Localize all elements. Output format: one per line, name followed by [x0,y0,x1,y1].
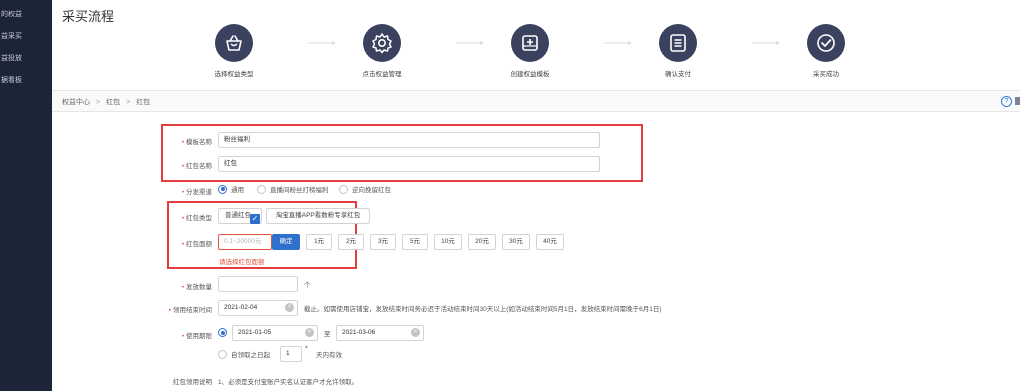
breadcrumb-item[interactable]: 权益中心 [62,99,90,106]
amount-label: • 红包面额 [181,241,212,248]
chevron-right-icon: > [126,99,131,106]
instructions-label: 红包领用说明 [173,379,212,386]
step-4: 确认支付 [628,24,728,78]
claim-end-note: 截止。如需使用店铺宝，发放结束时间务必迟于活动结束时间30天以上(如活动结束时间… [304,306,662,313]
amount-preset-button[interactable]: 2元 [338,234,364,250]
validity-radio-date-range[interactable] [218,328,231,337]
validity-radio-relative[interactable]: 自领取之日起 [218,349,270,359]
step-2: 点击权益管理 [332,24,432,78]
sidebar: 的权益 益采买 益投放 据看板 [0,0,52,391]
page-title: 采买流程 [62,9,115,24]
amount-preset-button[interactable]: 3元 [370,234,396,250]
instructions-text: 1、必须是支付宝账户实名认证客户才允许领取。 [218,379,359,386]
main-content: 采买流程 选择权益类型 点击权益管理 创建权益模板 确认支付 采买成功 权益中心… [52,0,1020,391]
radio-icon [257,184,266,194]
clear-icon[interactable]: × [285,303,294,312]
quantity-unit: 个 [304,282,311,289]
breadcrumb-item[interactable]: 红包 [106,99,120,106]
template-name-input[interactable]: 粉丝福利 [218,132,600,148]
gear-icon [363,24,401,62]
channel-radio-general[interactable]: 通用 [218,184,244,194]
quantity-label: • 发放数量 [181,284,212,291]
redpack-type-label: • 红包类型 [181,215,212,222]
step-label: 点击权益管理 [362,71,402,78]
add-box-icon [511,24,549,62]
channel-label: • 分发渠道 [181,189,212,196]
claim-end-label: • 领用结束时间 [168,307,212,314]
redpack-name-input[interactable]: 红包 [218,156,600,172]
stepper-icon[interactable]: ▲ [304,344,309,350]
breadcrumb-item: 红包 [136,99,151,106]
menu-icon[interactable] [1015,97,1020,105]
amount-input[interactable]: 0.1~20000元 [218,234,272,250]
check-icon: ✓ [250,214,260,224]
step-1: 选择权益类型 [184,24,284,78]
breadcrumb: 权益中心 > 红包 > 红包 [62,97,150,107]
step-label: 确认支付 [665,71,691,78]
sidebar-item-0[interactable]: 的权益 [0,4,52,26]
validity-days-input[interactable]: 1 [280,346,302,362]
clear-icon[interactable]: × [411,328,420,337]
radio-selected-icon [218,184,227,194]
sidebar-item-1[interactable]: 益采买 [0,26,52,48]
amount-preset-button[interactable]: 1元 [306,234,332,250]
redpack-type-live-app[interactable]: 淘宝直播APP看数粉专享红包 [266,208,370,224]
amount-preset-button[interactable]: 5元 [402,234,428,250]
validity-label: • 使用期限 [181,333,212,340]
breadcrumb-bar: 权益中心 > 红包 > 红包 ? [52,90,1020,112]
amount-preset-button[interactable]: 20元 [468,234,496,250]
amount-preset-button[interactable]: 10元 [434,234,462,250]
step-3: 创建权益模板 [480,24,580,78]
radio-icon [339,184,348,194]
basket-icon [215,24,253,62]
radio-icon [218,349,227,359]
amount-preset-button[interactable]: 40元 [536,234,564,250]
radio-selected-icon [218,328,227,337]
validity-days-suffix: 天内有效 [316,352,342,359]
step-5: 采买成功 [776,24,876,78]
channel-radio-retention[interactable]: 逆向挽留红包 [339,184,391,194]
amount-error-text: 请选择红包面额 [219,259,265,266]
validity-to-label: 至 [324,331,331,338]
redpack-name-label: • 红包名称 [181,163,212,170]
channel-radio-live-fans[interactable]: 直播间粉丝打榜福利 [257,184,329,194]
chevron-right-icon: > [96,99,101,106]
sidebar-item-2[interactable]: 益投放 [0,48,52,70]
quantity-input[interactable] [218,276,298,292]
step-label: 选择权益类型 [214,71,254,78]
step-label: 创建权益模板 [510,71,550,78]
clear-icon[interactable]: × [305,328,314,337]
template-name-label: • 模板名称 [181,139,212,146]
amount-confirm-button[interactable]: 确定 [272,234,300,250]
help-icon[interactable]: ? [1001,96,1012,107]
list-icon [659,24,697,62]
step-label: 采买成功 [813,71,839,78]
process-steps: 选择权益类型 点击权益管理 创建权益模板 确认支付 采买成功 [52,24,1020,84]
sidebar-item-3[interactable]: 据看板 [0,70,52,92]
check-icon [807,24,845,62]
amount-preset-button[interactable]: 30元 [502,234,530,250]
